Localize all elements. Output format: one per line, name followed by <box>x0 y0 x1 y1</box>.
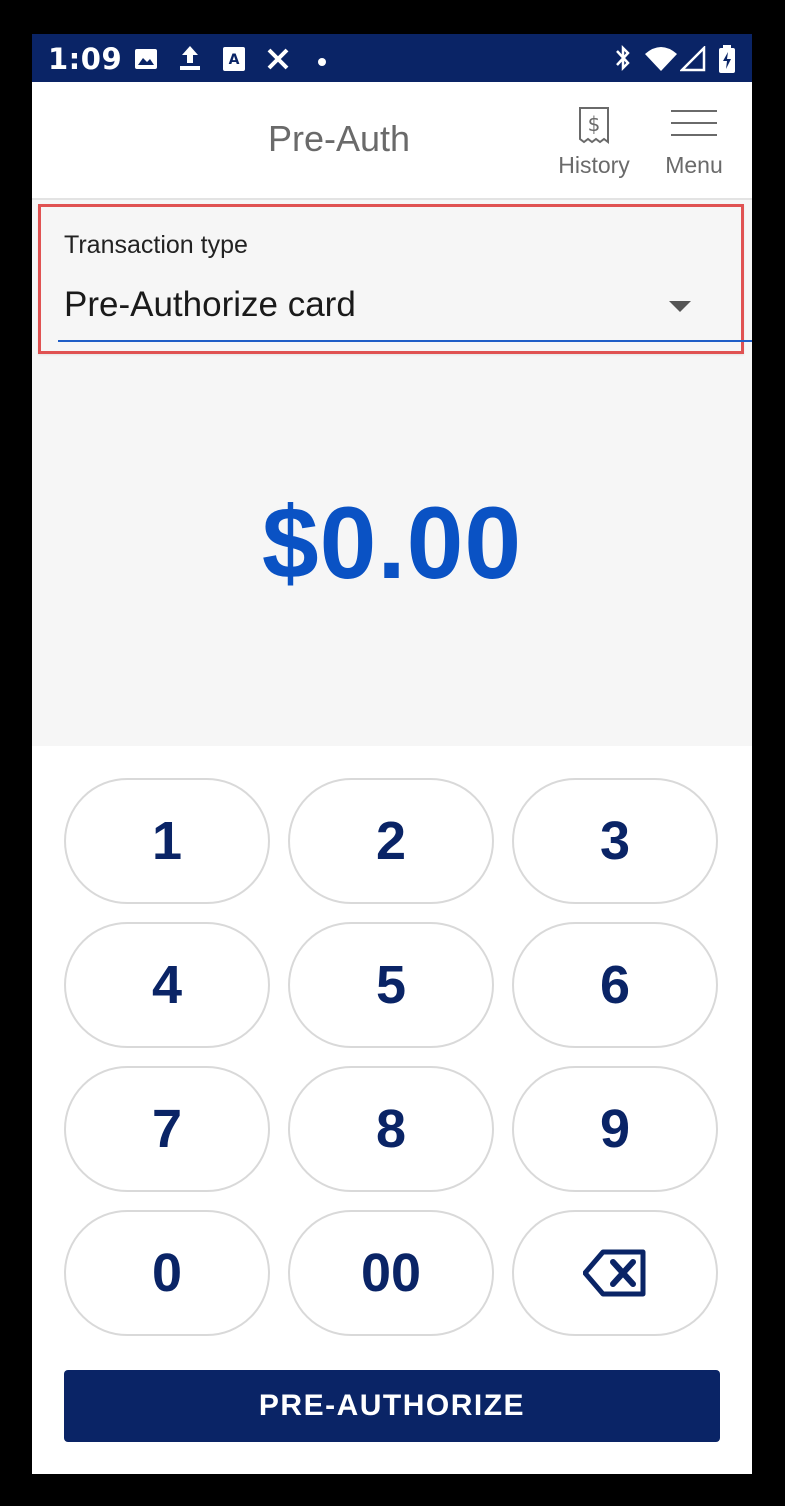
bluetooth-icon <box>613 44 633 77</box>
hamburger-icon <box>671 110 717 136</box>
battery-charging-icon <box>718 44 736 79</box>
wifi-icon <box>644 46 678 77</box>
backspace-button[interactable] <box>512 1210 718 1336</box>
status-bar: 1:09 A <box>32 34 752 82</box>
receipt-icon: $ <box>579 107 609 144</box>
dropdown-arrow-icon <box>669 301 691 312</box>
transaction-type-label: Transaction type <box>64 231 248 259</box>
key-3[interactable]: 3 <box>512 778 718 904</box>
key-6[interactable]: 6 <box>512 922 718 1048</box>
history-button[interactable]: $ History <box>549 100 639 180</box>
app-screen: 1:09 A Pre-Auth $ History Menu Transacti… <box>32 34 752 1474</box>
key-2[interactable]: 2 <box>288 778 494 904</box>
key-00[interactable]: 00 <box>288 1210 494 1336</box>
fan-icon <box>266 48 290 75</box>
pre-authorize-button[interactable]: PRE-AUTHORIZE <box>64 1370 720 1442</box>
backspace-icon <box>583 1249 646 1297</box>
menu-button[interactable]: Menu <box>649 100 739 180</box>
key-0[interactable]: 0 <box>64 1210 270 1336</box>
amount-display: $0.00 <box>261 486 523 600</box>
key-7[interactable]: 7 <box>64 1066 270 1192</box>
history-label: History <box>558 152 630 178</box>
menu-label: Menu <box>665 152 723 178</box>
svg-text:$: $ <box>588 112 601 136</box>
dropdown-underline <box>58 340 752 342</box>
key-8[interactable]: 8 <box>288 1066 494 1192</box>
upload-icon <box>178 44 202 77</box>
image-icon <box>134 48 158 75</box>
app-bar: Pre-Auth $ History Menu <box>32 82 752 200</box>
key-1[interactable]: 1 <box>64 778 270 904</box>
amount-panel: Transaction type Pre-Authorize card $0.0… <box>32 200 752 746</box>
status-time: 1:09 <box>48 42 123 76</box>
numeric-keypad: 1 2 3 4 5 6 7 8 9 0 00 <box>64 778 720 1338</box>
dot-icon <box>317 54 327 72</box>
signal-icon <box>678 44 706 77</box>
svg-text:A: A <box>229 52 240 68</box>
page-title: Pre-Auth <box>268 118 411 159</box>
key-5[interactable]: 5 <box>288 922 494 1048</box>
key-9[interactable]: 9 <box>512 1066 718 1192</box>
transaction-type-dropdown[interactable]: Transaction type Pre-Authorize card <box>38 204 744 354</box>
key-4[interactable]: 4 <box>64 922 270 1048</box>
font-app-icon: A <box>222 46 246 77</box>
transaction-type-value: Pre-Authorize card <box>64 285 356 324</box>
